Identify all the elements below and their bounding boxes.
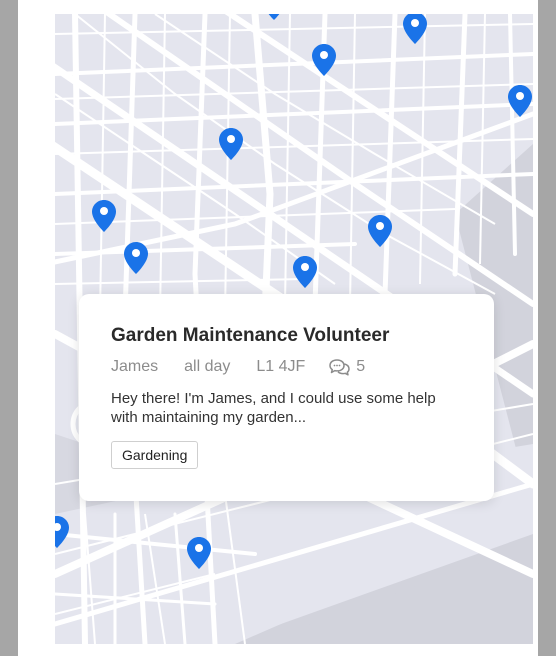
listing-card[interactable]: Garden Maintenance Volunteer James all d… — [79, 294, 494, 501]
map-pin[interactable] — [403, 14, 427, 44]
postcode: L1 4JF — [256, 358, 306, 375]
map-pin-selected[interactable] — [293, 256, 317, 288]
comment-count: 5 — [329, 357, 365, 377]
chat-bubbles-icon — [329, 358, 351, 376]
listing-description: Hey there! I'm James, and I could use so… — [111, 390, 436, 426]
comment-count-value: 5 — [356, 358, 366, 375]
map-pin[interactable] — [187, 537, 211, 569]
listing-time: all day — [184, 358, 231, 375]
map-pin[interactable] — [92, 200, 116, 232]
map-pin[interactable] — [124, 242, 148, 274]
map-pin[interactable] — [368, 215, 392, 247]
map-pin[interactable] — [55, 516, 69, 548]
listing-meta: James all day L1 4JF 5 — [111, 357, 462, 377]
listing-title: Garden Maintenance Volunteer — [111, 325, 390, 346]
map-pin[interactable] — [262, 14, 286, 20]
author-name: James — [111, 358, 159, 375]
map-pin[interactable] — [219, 128, 243, 160]
map-pin[interactable] — [508, 85, 532, 117]
map-pin[interactable] — [312, 44, 336, 76]
category-tag[interactable]: Gardening — [111, 441, 199, 469]
